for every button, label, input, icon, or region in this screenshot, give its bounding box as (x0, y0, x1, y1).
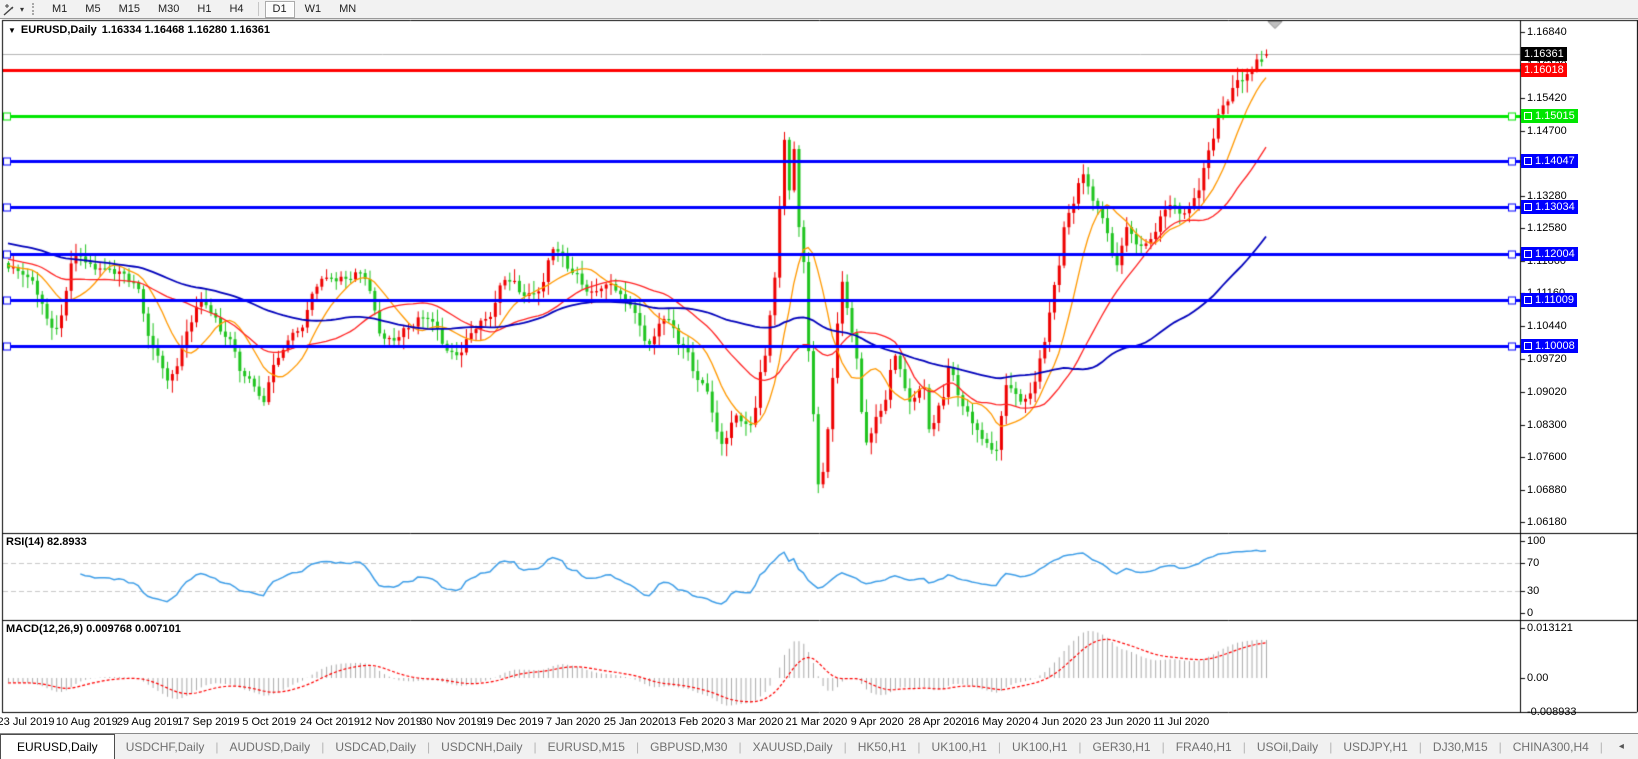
chart-tab-xauusd-daily[interactable]: XAUUSD,Daily (742, 734, 844, 759)
chart-tab-fra40-h1[interactable]: FRA40,H1 (1165, 734, 1243, 759)
line-selected-square-icon (1524, 112, 1532, 120)
macd-indicator-label: MACD(12,26,9) 0.009768 0.007101 (6, 623, 181, 635)
chart-symbol-label: EURUSD,Daily (21, 24, 97, 36)
timeframe-button-m15[interactable]: M15 (111, 1, 148, 18)
hline-price-badge: 1.16018 (1521, 63, 1567, 77)
price-axis-tick: 1.12580 (1527, 222, 1567, 234)
date-axis-label: 30 Nov 2019 (420, 716, 482, 728)
price-axis-tick: 1.07600 (1527, 451, 1567, 463)
chart-ohlc-values: 1.16334 1.16468 1.16280 1.16361 (102, 24, 270, 36)
scroll-left-icon[interactable]: ◂ (1619, 741, 1624, 752)
date-axis-label: 10 Aug 2019 (56, 716, 118, 728)
timeframe-button-h4[interactable]: H4 (221, 1, 251, 18)
price-axis-tick: 1.15420 (1527, 92, 1567, 104)
rsi-axis-tick: 70 (1527, 557, 1539, 569)
chart-tab-hk50-h1[interactable]: HK50,H1 (847, 734, 918, 759)
chart-title: ▼ EURUSD,Daily 1.16334 1.16468 1.16280 1… (8, 24, 270, 36)
current-price-badge: 1.16361 (1521, 47, 1567, 61)
date-axis-label: 16 May 2020 (967, 716, 1031, 728)
macd-axis-tick: -0.008933 (1527, 706, 1577, 718)
chart-tab-gbpusd-m30[interactable]: GBPUSD,M30 (639, 734, 738, 759)
mt4-window: ▾ M1M5M15M30H1H4 D1W1MN ▼ EURUSD,Daily 1.… (0, 0, 1638, 759)
line-selected-square-icon (1524, 342, 1532, 350)
date-axis-label: 25 Jan 2020 (604, 716, 665, 728)
timeframe-button-mn[interactable]: MN (331, 1, 364, 18)
chart-tab-usdjpy-h1[interactable]: USDJPY,H1 (1332, 734, 1418, 759)
timeframe-button-m30[interactable]: M30 (150, 1, 187, 18)
date-axis-label: 17 Sep 2019 (177, 716, 239, 728)
hline-price-badge: 1.14047 (1521, 154, 1578, 168)
date-axis-label: 3 Mar 2020 (728, 716, 784, 728)
timeframe-toolbar: ▾ M1M5M15M30H1H4 D1W1MN (0, 0, 1638, 19)
price-axis-tick: 1.09020 (1527, 386, 1567, 398)
hline-price-badge: 1.11009 (1521, 293, 1577, 307)
price-axis-tick: 1.10440 (1527, 320, 1567, 332)
date-axis-label: 5 Oct 2019 (242, 716, 296, 728)
chart-tab-usdcnh-daily[interactable]: USDCNH,Daily (430, 734, 533, 759)
chart-tab-usdcad-daily[interactable]: USDCAD,Daily (324, 734, 427, 759)
rsi-indicator-label: RSI(14) 82.8933 (6, 536, 87, 548)
chart-tab-china300-h4[interactable]: CHINA300,H4 (1502, 734, 1600, 759)
date-axis-label: 24 Oct 2019 (300, 716, 360, 728)
chart-tab-usoil-daily[interactable]: USOil,Daily (1246, 734, 1329, 759)
line-selected-square-icon (1524, 250, 1532, 258)
chart-tab-dj30-m15[interactable]: DJ30,M15 (1422, 734, 1499, 759)
date-axis-label: 23 Jun 2020 (1090, 716, 1151, 728)
hline-price-badge: 1.15015 (1521, 109, 1578, 123)
line-studies-icon[interactable] (0, 3, 19, 16)
timeframe-button-m1[interactable]: M1 (44, 1, 75, 18)
date-axis-label: 7 Jan 2020 (546, 716, 600, 728)
date-axis-label: 13 Feb 2020 (664, 716, 726, 728)
rsi-axis-tick: 0 (1527, 607, 1533, 619)
chart-tab-uk100-h1[interactable]: UK100,H1 (921, 734, 998, 759)
date-axis-label: 28 Apr 2020 (908, 716, 967, 728)
price-axis-tick: 1.16840 (1527, 26, 1567, 38)
chart-tab-eurusd-m15[interactable]: EURUSD,M15 (537, 734, 636, 759)
price-axis-tick: 1.06880 (1527, 484, 1567, 496)
rsi-axis-tick: 100 (1527, 535, 1545, 547)
date-axis-label: 11 Jul 2020 (1153, 716, 1209, 728)
chevron-down-icon[interactable]: ▾ (19, 5, 28, 14)
chart-tab-uk100-h1[interactable]: UK100,H1 (1001, 734, 1078, 759)
collapse-triangle-icon[interactable]: ▼ (8, 26, 16, 35)
hline-price-badge: 1.10008 (1521, 339, 1578, 353)
macd-axis-tick: 0.013121 (1527, 622, 1573, 634)
chart-tab-ger30-h1[interactable]: GER30,H1 (1082, 734, 1162, 759)
chart-tab-eurusd-daily[interactable]: EURUSD,Daily (0, 734, 115, 759)
chart-tab-usdchf-daily[interactable]: USDCHF,Daily (115, 734, 216, 759)
toolbar-separator (258, 2, 259, 16)
price-axis-tick: 1.08300 (1527, 419, 1567, 431)
date-axis-label: 12 Nov 2019 (360, 716, 422, 728)
date-axis-label: 19 Dec 2019 (481, 716, 543, 728)
chart-tab-audusd-daily[interactable]: AUDUSD,Daily (219, 734, 322, 759)
price-axis-tick: 1.09720 (1527, 353, 1567, 365)
timeframe-button-h1[interactable]: H1 (189, 1, 219, 18)
chart-tab-bar: EURUSD,DailyUSDCHF,Daily|AUDUSD,Daily|US… (0, 733, 1638, 759)
line-selected-square-icon (1524, 296, 1532, 304)
timeframe-button-d1[interactable]: D1 (265, 1, 295, 18)
date-axis-label: 21 Mar 2020 (786, 716, 848, 728)
chart-canvas[interactable] (0, 0, 1638, 759)
hline-price-badge: 1.12004 (1521, 247, 1578, 261)
tab-scroll-arrows: ◂▸ (1603, 734, 1638, 759)
hline-price-badge: 1.13034 (1521, 200, 1578, 214)
line-selected-square-icon (1524, 157, 1532, 165)
macd-axis-tick: 0.00 (1527, 672, 1548, 684)
timeframe-button-w1[interactable]: W1 (297, 1, 330, 18)
toolbar-grip[interactable] (32, 3, 37, 15)
date-axis-label: 9 Apr 2020 (851, 716, 904, 728)
date-axis-label: 29 Aug 2019 (117, 716, 179, 728)
rsi-axis-tick: 30 (1527, 585, 1539, 597)
price-axis-tick: 1.14700 (1527, 125, 1567, 137)
line-selected-square-icon (1524, 203, 1532, 211)
price-axis-tick: 1.06180 (1527, 516, 1567, 528)
timeframe-button-m5[interactable]: M5 (77, 1, 108, 18)
date-axis-label: 4 Jun 2020 (1032, 716, 1086, 728)
date-axis-label: 23 Jul 2019 (0, 716, 54, 728)
